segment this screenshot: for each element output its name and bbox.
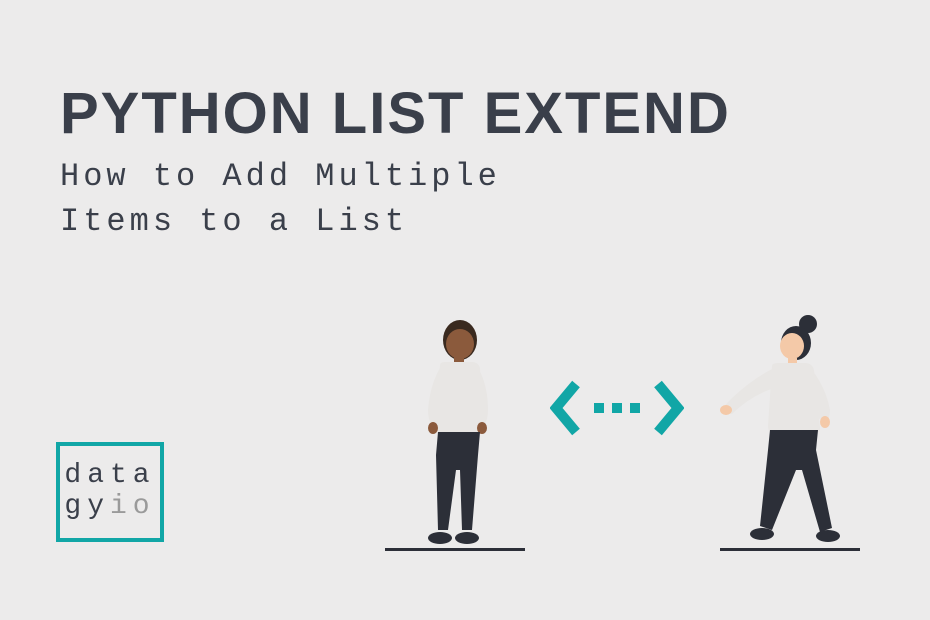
page-subtitle: How to Add Multiple Items to a List xyxy=(60,155,610,245)
logo-text-line1: data xyxy=(64,461,155,492)
person-right-icon xyxy=(710,310,870,550)
logo-text-line2: gyio xyxy=(64,492,155,523)
dots-icon xyxy=(594,403,640,413)
brand-logo: data gyio xyxy=(56,442,164,542)
person-left-icon xyxy=(390,310,520,550)
logo-gy: gy xyxy=(64,491,110,522)
page-title: PYTHON LIST EXTEND xyxy=(60,80,731,147)
logo-io: io xyxy=(110,491,156,522)
extend-arrows-icon xyxy=(550,380,684,436)
chevron-right-icon xyxy=(652,380,684,436)
chevron-left-icon xyxy=(550,380,582,436)
hero-illustration xyxy=(360,300,880,580)
